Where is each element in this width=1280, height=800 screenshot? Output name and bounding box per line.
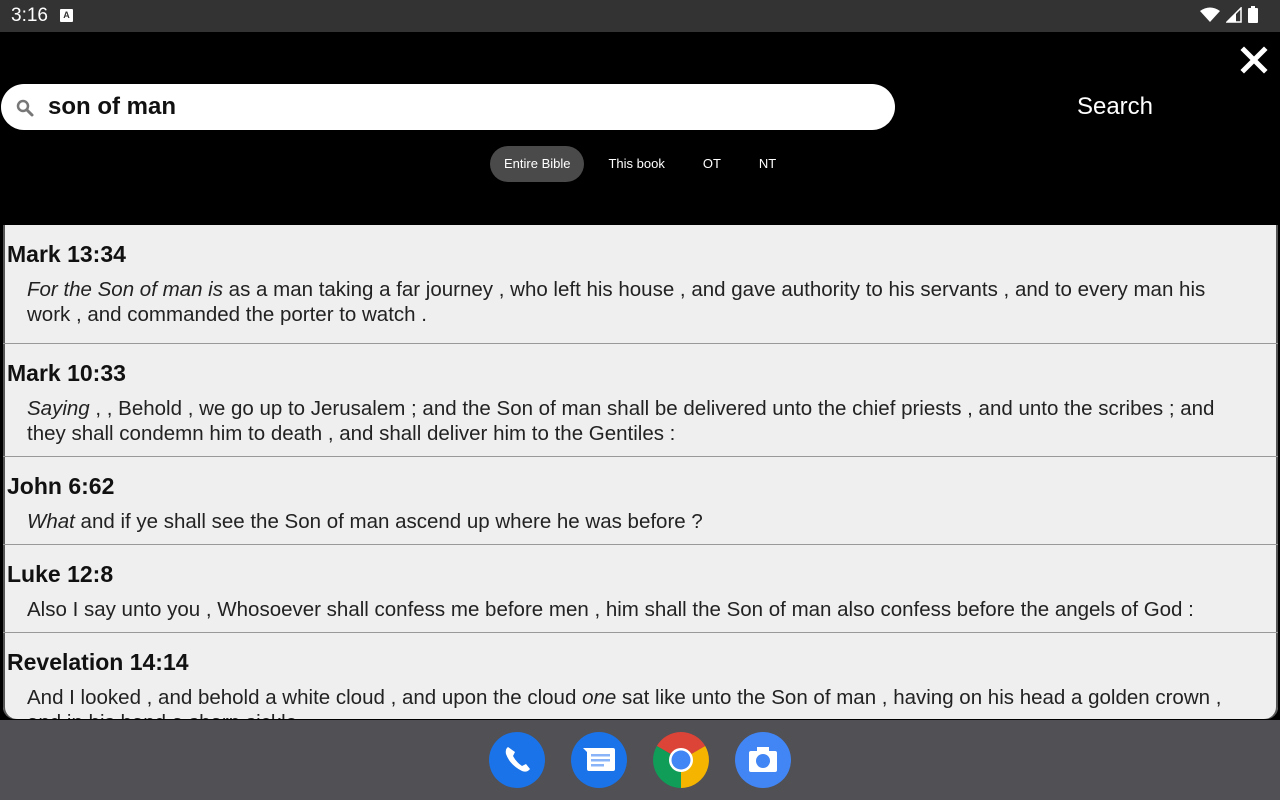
close-icon [1240,46,1268,74]
status-time: 3:16 [11,5,48,26]
scope-filters: Entire Bible This book OT NT [490,146,790,182]
close-button[interactable] [1238,44,1270,76]
search-box[interactable] [1,84,895,130]
results-list[interactable]: Mark 13:34 For the Son of man is as a ma… [3,225,1278,719]
verse-italic: What [27,510,75,533]
messages-app-icon[interactable] [571,732,627,788]
filter-ot[interactable]: OT [689,146,735,182]
wifi-icon [1200,7,1220,22]
verse-text: For the Son of man is as a man taking a … [7,277,1254,327]
verse-italic: For the Son of man is [27,278,223,301]
verse-reference: John 6:62 [7,473,115,499]
verse-reference: Mark 13:34 [7,241,126,267]
chrome-app-icon[interactable] [653,732,709,788]
verse-pre: And I looked , and behold a white cloud … [27,686,583,709]
phone-app-icon[interactable] [489,732,545,788]
result-item[interactable]: Luke 12:8 Also I say unto you , Whosoeve… [3,545,1278,633]
verse-text: Also I say unto you , Whosoever shall co… [7,597,1254,622]
verse-reference: Luke 12:8 [7,561,114,587]
verse-italic: one [582,686,617,709]
verse-text: Saying , , Behold , we go up to Jerusale… [7,396,1254,446]
search-screen: Search Entire Bible This book OT NT Mark… [0,32,1280,720]
verse-italic: Saying [27,397,90,420]
cellular-signal-icon [1226,6,1242,23]
filter-nt[interactable]: NT [745,146,790,182]
verse-reference: Mark 10:33 [7,360,126,386]
verse-text: And I looked , and behold a white cloud … [7,685,1254,719]
filter-this-book[interactable]: This book [594,146,678,182]
result-item[interactable]: Mark 13:34 For the Son of man is as a ma… [3,225,1278,344]
result-item[interactable]: John 6:62 What and if ye shall see the S… [3,457,1278,545]
result-item[interactable]: Revelation 14:14 And I looked , and beho… [3,633,1278,719]
battery-icon [1248,6,1258,23]
camera-app-icon[interactable] [735,732,791,788]
result-item[interactable]: Mark 10:33 Saying , , Behold , we go up … [3,344,1278,457]
search-icon [16,99,34,117]
verse-body: Also I say unto you , Whosoever shall co… [27,598,1194,621]
filter-entire-bible[interactable]: Entire Bible [490,146,585,182]
verse-body: and if ye shall see the Son of man ascen… [74,510,703,533]
status-bar: 3:16 A [0,0,1280,32]
verse-text: What and if ye shall see the Son of man … [7,509,1254,534]
dock [0,720,1280,800]
search-button[interactable]: Search [1060,89,1170,125]
verse-reference: Revelation 14:14 [7,649,189,675]
verse-body: , , Behold , we go up to Jerusalem ; and… [27,397,1215,445]
search-input[interactable] [48,90,868,124]
notification-icon: A [60,9,73,22]
